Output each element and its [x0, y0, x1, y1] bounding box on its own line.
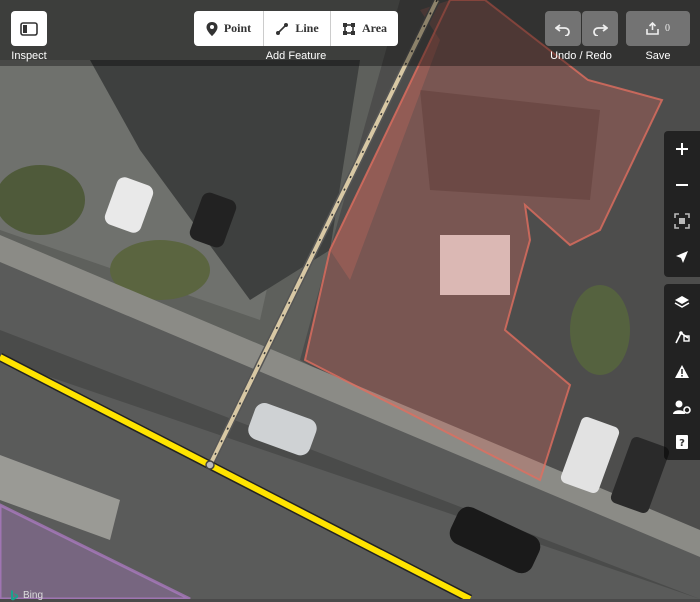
aerial-imagery	[0, 0, 700, 599]
zoom-to-selection-button[interactable]	[664, 203, 700, 239]
map-data-panel-button[interactable]	[664, 319, 700, 354]
area-label: Area	[361, 21, 388, 35]
redo-icon	[593, 23, 608, 36]
geolocate-button[interactable]	[664, 239, 700, 275]
svg-text:?: ?	[679, 438, 685, 449]
zoom-to-selection-icon	[674, 213, 690, 229]
undo-button[interactable]	[545, 11, 581, 46]
inspect-label: Inspect	[11, 50, 47, 62]
plus-icon	[676, 143, 688, 155]
map-nav-controls	[664, 131, 700, 277]
map-panel-controls: ?	[664, 284, 700, 460]
upload-icon	[646, 22, 659, 35]
add-area-button[interactable]: Area	[330, 11, 398, 46]
map-data-icon	[675, 330, 690, 343]
inspect-button[interactable]	[11, 11, 47, 46]
redo-button[interactable]	[582, 11, 618, 46]
save-count: 0	[665, 23, 670, 34]
help-panel-button[interactable]: ?	[664, 424, 700, 459]
warning-icon	[675, 364, 689, 378]
imagery-attribution[interactable]: Bing	[10, 588, 70, 602]
area-icon	[342, 22, 355, 35]
sidebar-toggle-icon	[20, 21, 38, 36]
user-settings-icon	[673, 400, 691, 414]
undo-redo-label: Undo / Redo	[550, 50, 612, 62]
line-label: Line	[295, 21, 319, 35]
layers-icon	[674, 295, 690, 308]
save-button[interactable]: 0	[626, 11, 690, 46]
minus-icon	[676, 184, 688, 186]
add-line-button[interactable]: Line	[263, 11, 330, 46]
save-label: Save	[645, 50, 671, 62]
background-panel-button[interactable]	[664, 284, 700, 319]
undo-icon	[555, 23, 570, 36]
line-icon	[276, 22, 289, 35]
point-label: Point	[223, 21, 252, 35]
preferences-panel-button[interactable]	[664, 389, 700, 424]
issues-panel-button[interactable]	[664, 354, 700, 389]
zoom-in-button[interactable]	[664, 131, 700, 167]
add-feature-label: Add Feature	[265, 50, 327, 62]
location-arrow-icon	[676, 251, 688, 263]
add-feature-group: Point Line Area	[194, 11, 398, 46]
zoom-out-button[interactable]	[664, 167, 700, 203]
add-point-button[interactable]: Point	[194, 11, 263, 46]
point-icon	[206, 21, 218, 36]
help-book-icon: ?	[676, 434, 688, 449]
map-canvas[interactable]	[0, 0, 700, 599]
